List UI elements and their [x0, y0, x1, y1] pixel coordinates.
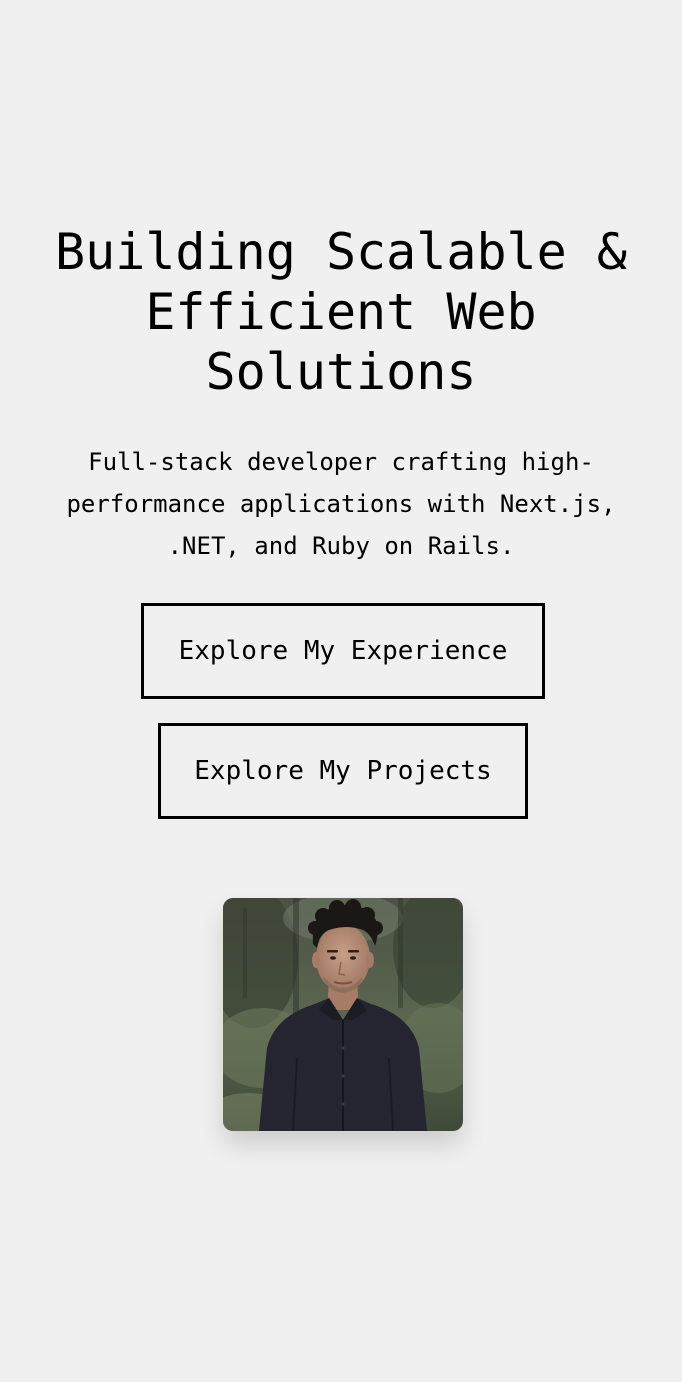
profile-photo	[223, 898, 463, 1131]
explore-projects-button[interactable]: Explore My Projects	[158, 723, 528, 819]
hero-title: Building Scalable & Efficient Web Soluti…	[55, 223, 627, 401]
hero-section: Building Scalable & Efficient Web Soluti…	[0, 0, 682, 1382]
explore-experience-button[interactable]: Explore My Experience	[141, 603, 545, 699]
hero-subtitle: Full-stack developer crafting high-perfo…	[66, 448, 616, 560]
